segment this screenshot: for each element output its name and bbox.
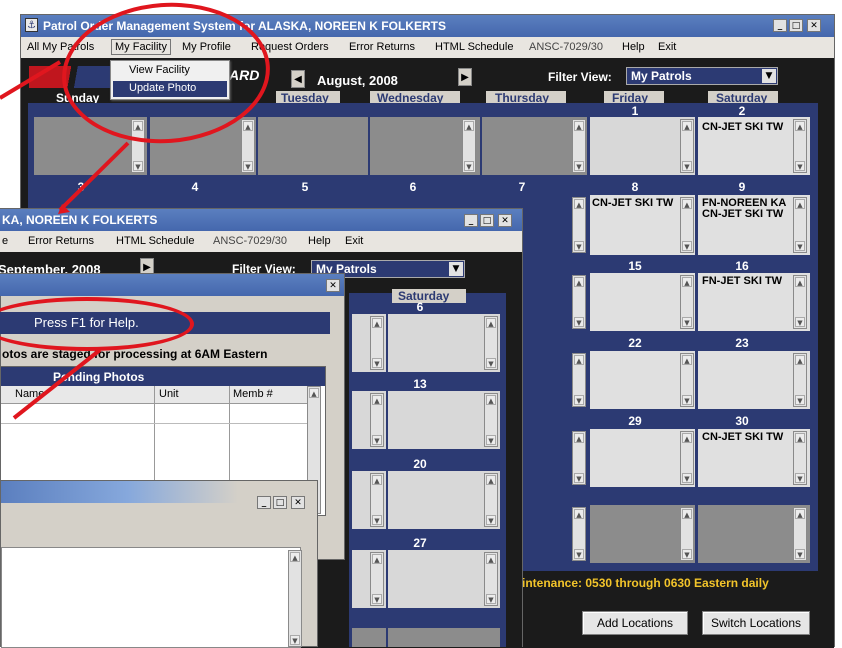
annotation-arrows — [0, 60, 130, 420]
arrow-line — [58, 141, 130, 212]
arrow-line — [12, 348, 102, 420]
arrow-line — [0, 60, 62, 100]
